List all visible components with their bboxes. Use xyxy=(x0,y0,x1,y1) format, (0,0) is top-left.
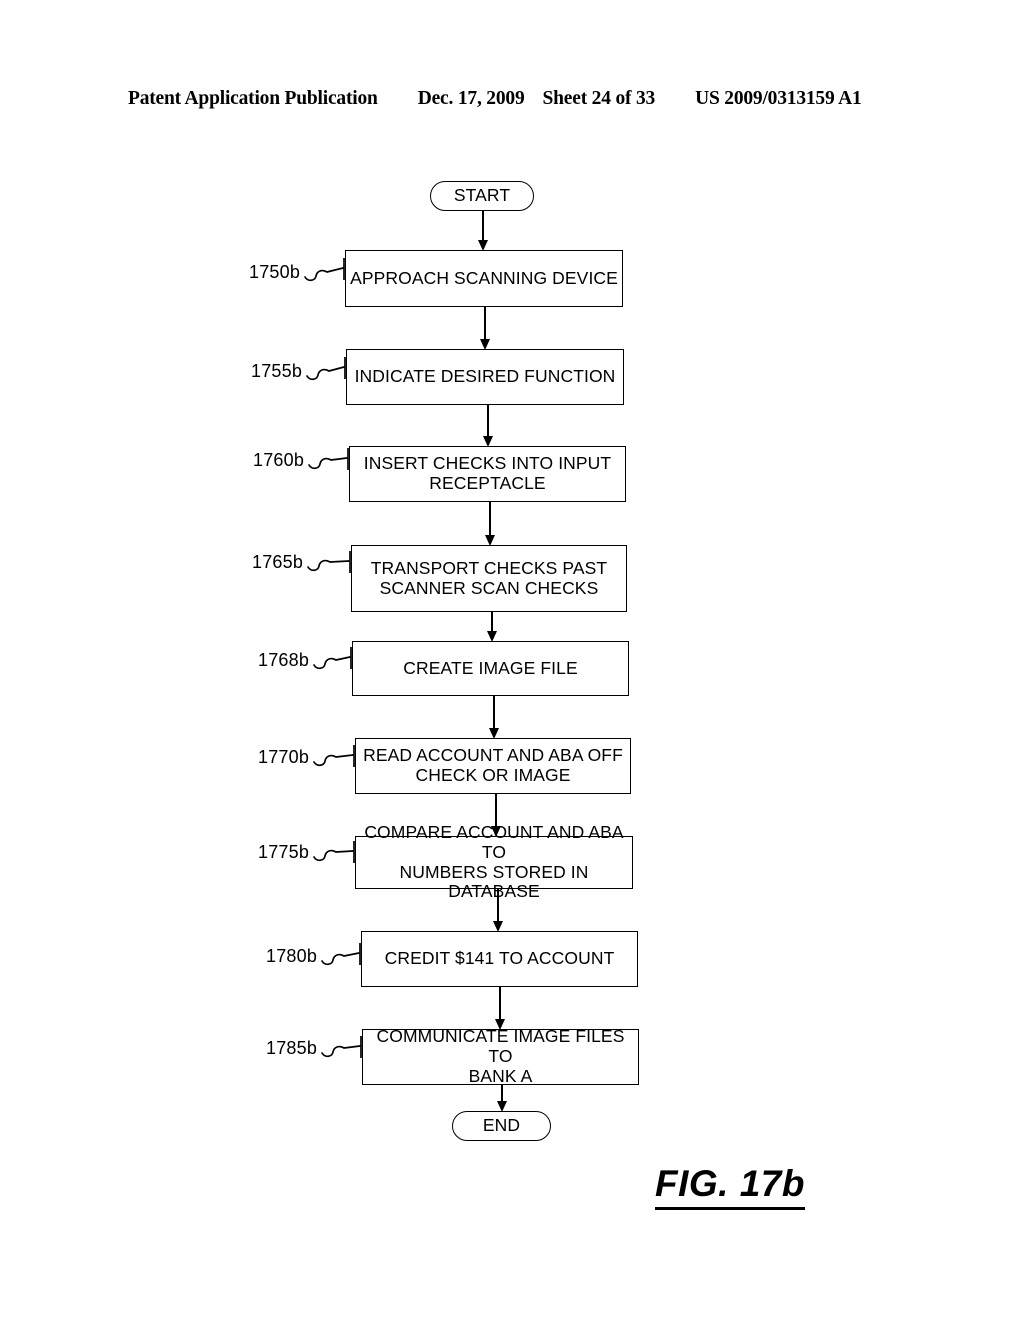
leader-line-path xyxy=(304,267,344,282)
leader-line xyxy=(321,1036,362,1058)
flow-node-label: TRANSPORT CHECKS PAST SCANNER SCAN CHECK… xyxy=(370,557,608,598)
flow-node-label: CREDIT $141 TO ACCOUNT xyxy=(384,948,615,969)
connector-shaft xyxy=(482,211,484,241)
flow-node-label: START xyxy=(453,185,511,206)
leader-line xyxy=(304,258,345,282)
leader-line-path xyxy=(313,849,354,862)
flow-node-label: APPROACH SCANNING DEVICE xyxy=(350,267,618,288)
leader-line-path xyxy=(313,656,351,670)
flow-node-label: INSERT CHECKS INTO INPUT RECEPTACLE xyxy=(363,453,612,493)
figure-caption: FIG. 17b xyxy=(655,1163,805,1210)
flow-process-box-n1768b: CREATE IMAGE FILE xyxy=(352,641,629,696)
leader-line xyxy=(307,551,351,573)
flow-process-box-n1750b: APPROACH SCANNING DEVICE xyxy=(345,250,623,307)
header-document-number: US 2009/0313159 A1 xyxy=(695,88,862,109)
leader-line xyxy=(313,745,355,767)
flow-process-box-n1755b: INDICATE DESIRED FUNCTION xyxy=(346,349,624,405)
leader-line-path xyxy=(307,559,350,572)
connector-shaft xyxy=(501,1085,503,1102)
leader-line xyxy=(306,357,346,381)
connector-shaft xyxy=(487,405,489,437)
leader-line-path xyxy=(321,1045,361,1058)
flow-node-label: COMPARE ACCOUNT AND ABA TO NUMBERS STORE… xyxy=(364,821,624,902)
flow-node-label: READ ACCOUNT AND ABA OFF CHECK OR IMAGE xyxy=(363,745,623,785)
flow-process-box-n1775b: COMPARE ACCOUNT AND ABA TO NUMBERS STORE… xyxy=(355,822,633,901)
flow-node-label: COMMUNICATE IMAGE FILES TO BANK A xyxy=(376,1026,625,1086)
header-publication-label: Patent Application Publication xyxy=(128,88,378,109)
leader-line xyxy=(313,647,352,670)
connector-shaft xyxy=(489,502,491,536)
flow-terminator-end: END xyxy=(452,1111,551,1141)
flow-process-box-n1760b: INSERT CHECKS INTO INPUT RECEPTACLE xyxy=(349,446,626,502)
connector-shaft xyxy=(484,307,486,340)
leader-line-path xyxy=(306,366,345,381)
patent-drawing-page: Patent Application Publication Dec. 17, … xyxy=(0,0,1024,1320)
leader-line xyxy=(308,448,349,470)
leader-line xyxy=(313,841,355,863)
flow-node-label: CREATE IMAGE FILE xyxy=(403,657,578,678)
leader-line xyxy=(321,943,361,966)
flow-process-box-n1770b: READ ACCOUNT AND ABA OFF CHECK OR IMAGE xyxy=(355,738,631,794)
page-header: Patent Application Publication Dec. 17, … xyxy=(128,88,896,114)
header-date: Dec. 17, 2009 xyxy=(417,88,525,109)
flow-node-label: END xyxy=(482,1115,521,1136)
header-sheet-number: Sheet 24 of 33 xyxy=(542,88,656,109)
connector-shaft xyxy=(499,987,501,1020)
flow-process-box-n1780b: CREDIT $141 TO ACCOUNT xyxy=(361,931,638,987)
connector-shaft xyxy=(493,696,495,729)
flow-node-label: INDICATE DESIRED FUNCTION xyxy=(354,366,616,387)
leader-line-path xyxy=(321,952,360,966)
leader-line-path xyxy=(313,754,354,767)
connector-shaft xyxy=(491,612,493,632)
flow-process-box-n1765b: TRANSPORT CHECKS PAST SCANNER SCAN CHECK… xyxy=(351,545,627,612)
flow-process-box-n1785b: COMMUNICATE IMAGE FILES TO BANK A xyxy=(362,1026,639,1086)
flow-terminator-start: START xyxy=(430,181,534,211)
leader-line-path xyxy=(308,457,348,470)
